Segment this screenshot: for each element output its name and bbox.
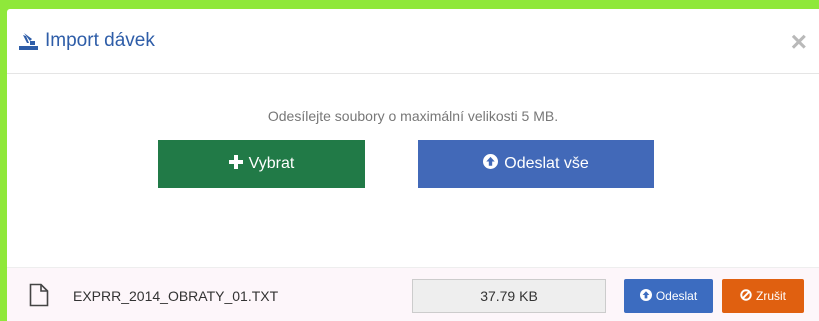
file-icon — [29, 283, 49, 307]
ban-icon — [740, 288, 752, 304]
send-file-label: Odeslat — [655, 289, 698, 303]
import-icon — [18, 31, 39, 51]
close-icon[interactable]: × — [791, 28, 807, 56]
plus-icon — [228, 154, 243, 174]
send-all-label: Odeslat vše — [504, 155, 589, 172]
upload-circle-icon — [639, 288, 652, 304]
cancel-file-button[interactable]: Zrušit — [722, 279, 804, 313]
select-files-label: Vybrat — [248, 155, 295, 172]
file-name: EXPRR_2014_OBRATY_01.TXT — [73, 288, 279, 304]
dialog-title: Import dávek — [45, 30, 155, 51]
dialog-header: Import dávek × — [7, 9, 819, 74]
file-size: 37.79 KB — [412, 279, 606, 313]
send-all-button[interactable]: Odeslat vše — [418, 140, 654, 188]
import-dialog: Import dávek × Odesílejte soubory o maxi… — [7, 9, 819, 321]
select-files-button[interactable]: Vybrat — [158, 140, 365, 188]
send-file-button[interactable]: Odeslat — [624, 279, 713, 313]
upload-circle-icon — [483, 154, 499, 174]
cancel-file-label: Zrušit — [756, 289, 786, 303]
file-row: EXPRR_2014_OBRATY_01.TXT 37.79 KB Odesla… — [7, 267, 819, 321]
upload-hint: Odesílejte soubory o maximální velikosti… — [267, 108, 559, 124]
